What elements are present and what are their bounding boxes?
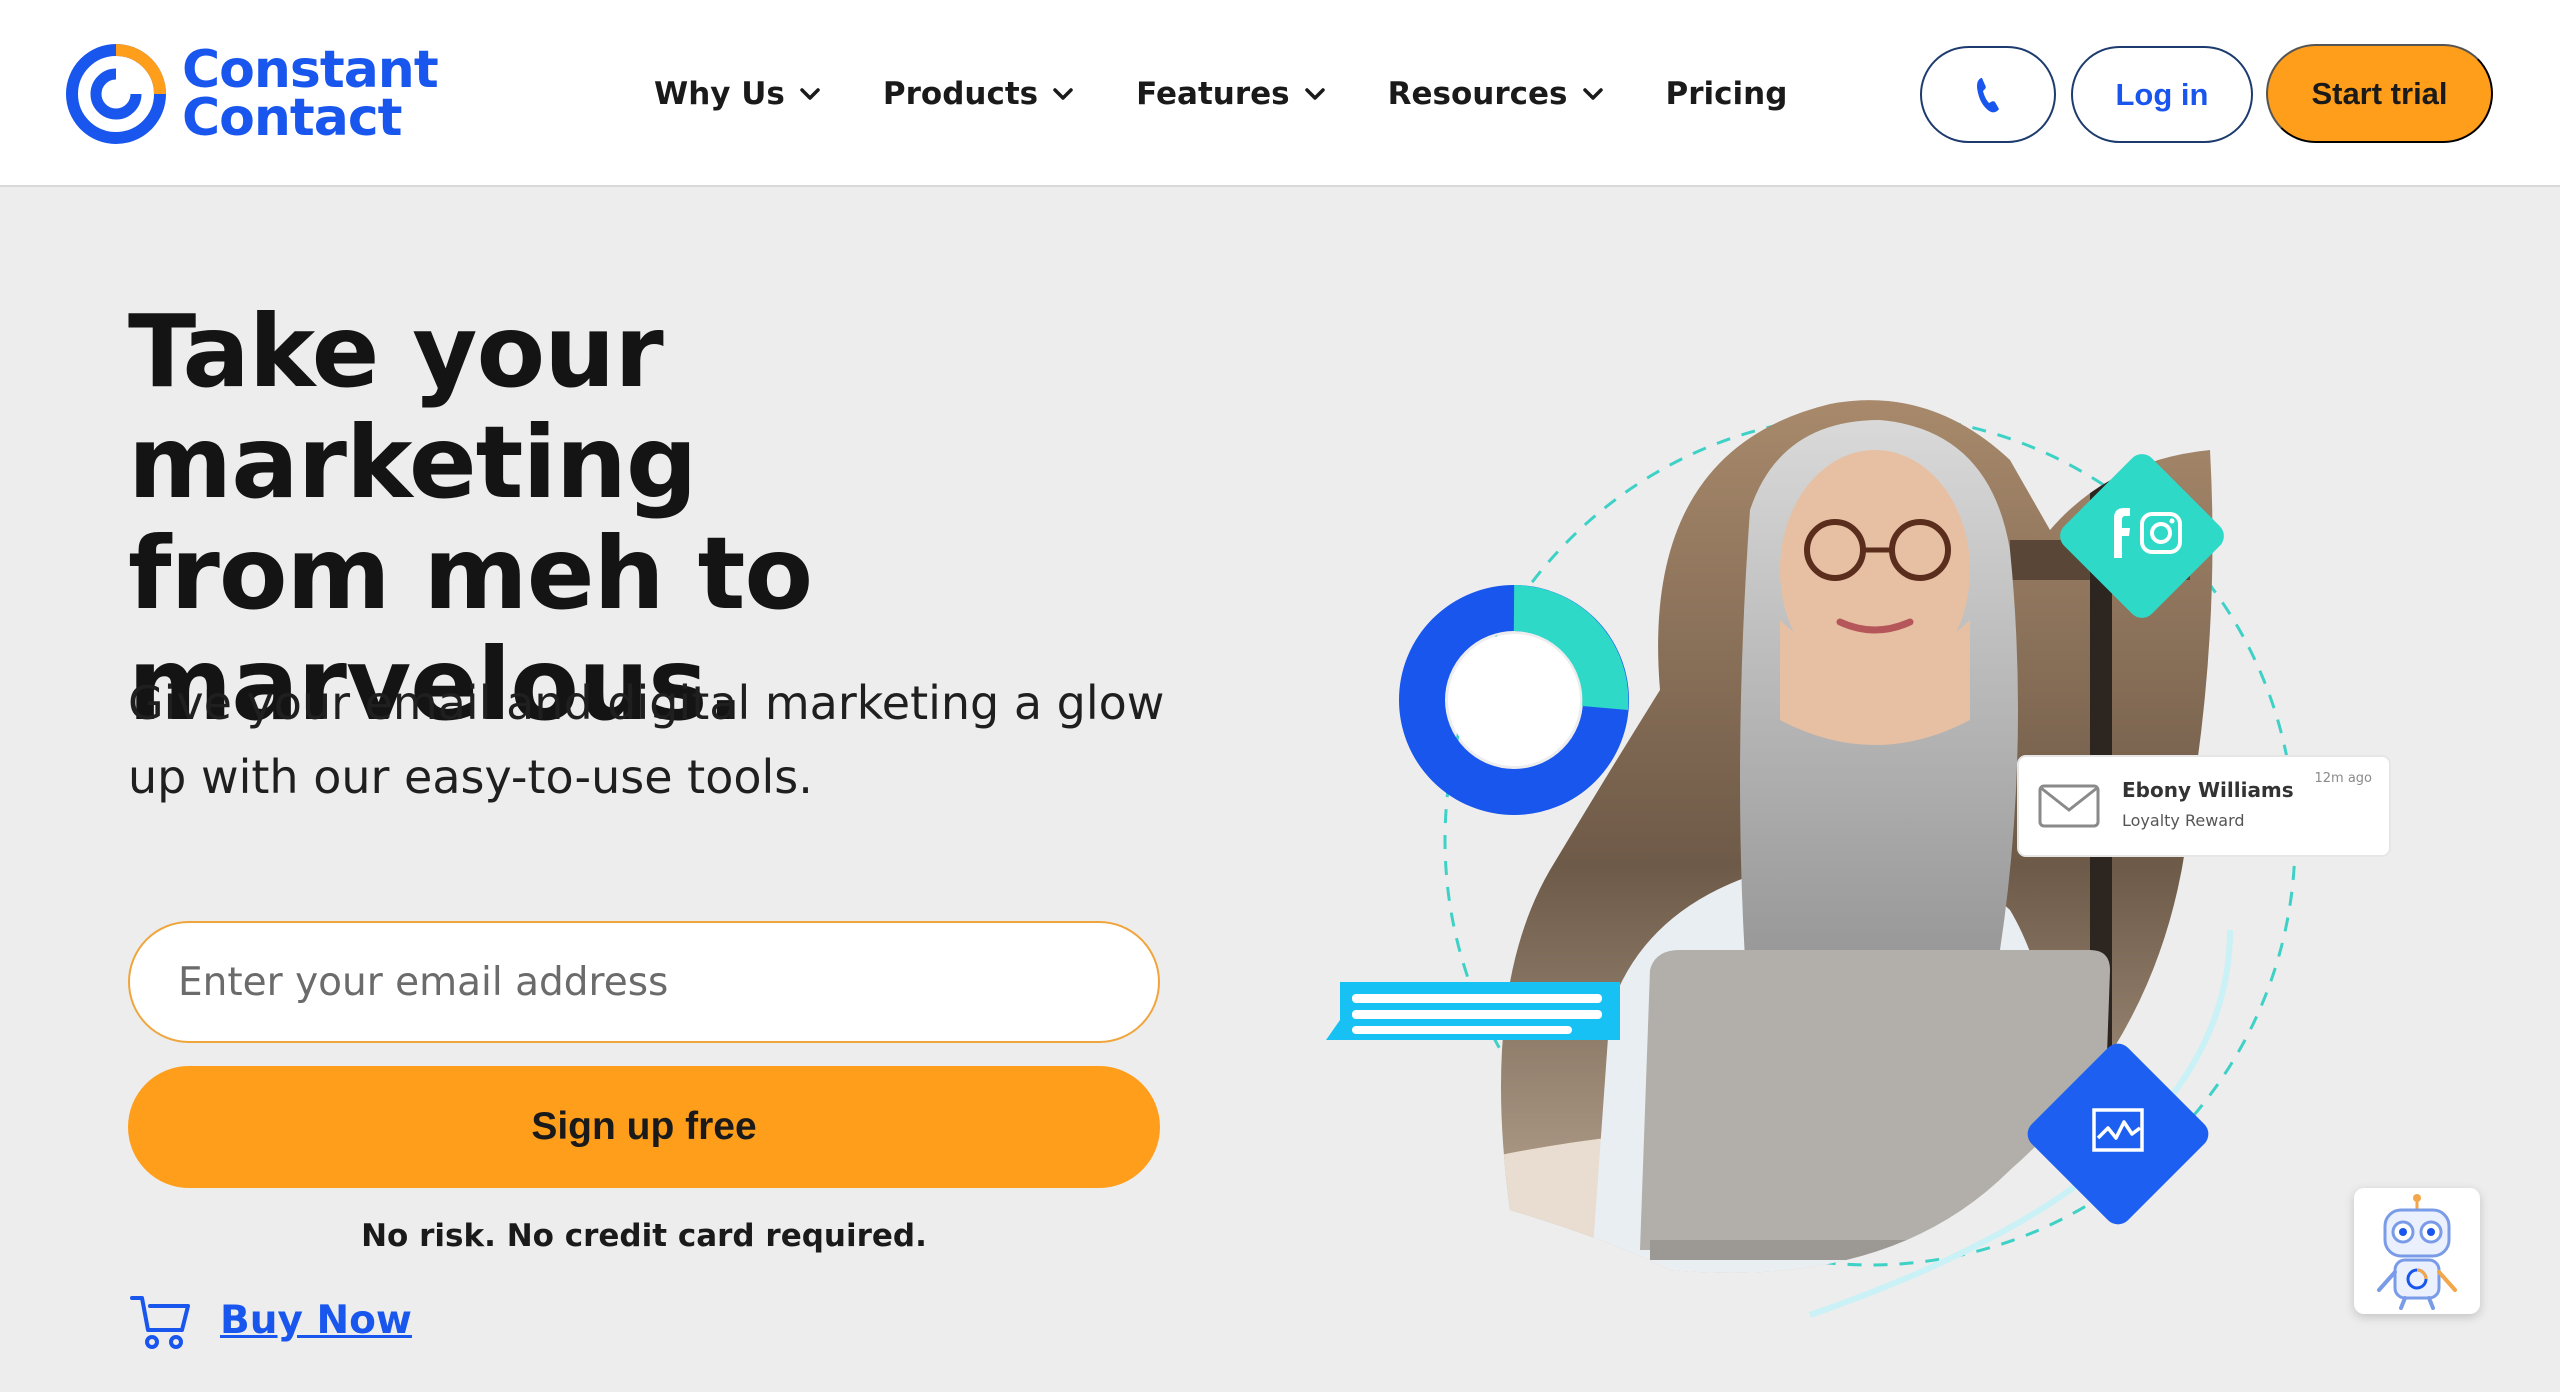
woman-portrait-image bbox=[1501, 400, 2213, 1273]
brand-logo[interactable]: Constant Contact bbox=[64, 40, 444, 148]
donut-chart-graphic bbox=[1399, 585, 1629, 815]
site-header: Constant Contact Why Us Products Feature… bbox=[0, 0, 2560, 187]
nav-item-label: Products bbox=[882, 76, 1039, 112]
headline-line: from meh to bbox=[128, 515, 813, 632]
notification-name: Ebony Williams bbox=[2122, 778, 2294, 802]
brand-name-line2: Contact bbox=[182, 88, 403, 148]
nav-item-label: Features bbox=[1136, 76, 1290, 112]
notification-time: 12m ago bbox=[2314, 771, 2372, 786]
notification-subject: Loyalty Reward bbox=[2122, 811, 2245, 830]
headline-line: Take your marketing bbox=[128, 293, 697, 521]
hero-subhead: Give your email and digital marketing a … bbox=[128, 666, 1168, 814]
buy-now-link-group[interactable]: Buy Now bbox=[128, 1288, 412, 1352]
login-button[interactable]: Log in bbox=[2071, 46, 2253, 143]
shopping-cart-icon bbox=[130, 1296, 190, 1349]
phone-icon bbox=[1977, 77, 1999, 112]
main-nav: Why Us Products Features Resources Prici… bbox=[654, 64, 1787, 124]
subhead-line: Give your email and digital marketing a … bbox=[128, 676, 1165, 730]
hero-illustration: Ebony Williams Loyalty Reward 12m ago bbox=[1326, 400, 2391, 1318]
nav-item-features[interactable]: Features bbox=[1136, 76, 1326, 112]
nav-item-label: Why Us bbox=[654, 76, 785, 112]
robot-assistant-icon bbox=[2377, 1194, 2457, 1310]
email-field[interactable] bbox=[128, 921, 1160, 1043]
subhead-line: up with our easy-to-use tools. bbox=[128, 750, 813, 804]
constant-contact-logo-icon bbox=[66, 44, 166, 144]
nav-item-label: Resources bbox=[1387, 76, 1568, 112]
buy-now-link[interactable]: Buy Now bbox=[220, 1298, 412, 1343]
chevron-down-icon bbox=[1304, 88, 1325, 100]
brand-name-line1: Constant bbox=[182, 40, 439, 100]
nav-item-label: Pricing bbox=[1665, 76, 1788, 112]
no-risk-disclaimer: No risk. No credit card required. bbox=[361, 1218, 927, 1254]
chat-bubble-graphic bbox=[1326, 982, 1620, 1040]
chevron-down-icon bbox=[800, 88, 820, 100]
envelope-icon bbox=[2038, 784, 2100, 828]
sign-up-free-button[interactable]: Sign up free bbox=[128, 1066, 1160, 1188]
nav-item-pricing[interactable]: Pricing bbox=[1666, 76, 1788, 112]
chevron-down-icon bbox=[1582, 88, 1603, 100]
chat-assistant-widget[interactable] bbox=[2354, 1188, 2480, 1314]
nav-item-why-us[interactable]: Why Us bbox=[654, 76, 821, 112]
nav-item-resources[interactable]: Resources bbox=[1388, 76, 1604, 112]
chevron-down-icon bbox=[1053, 88, 1073, 100]
nav-item-products[interactable]: Products bbox=[883, 76, 1074, 112]
phone-button[interactable] bbox=[1920, 46, 2056, 143]
email-notification-card: Ebony Williams Loyalty Reward 12m ago bbox=[2017, 755, 2391, 857]
start-trial-button[interactable]: Start trial bbox=[2266, 44, 2493, 143]
